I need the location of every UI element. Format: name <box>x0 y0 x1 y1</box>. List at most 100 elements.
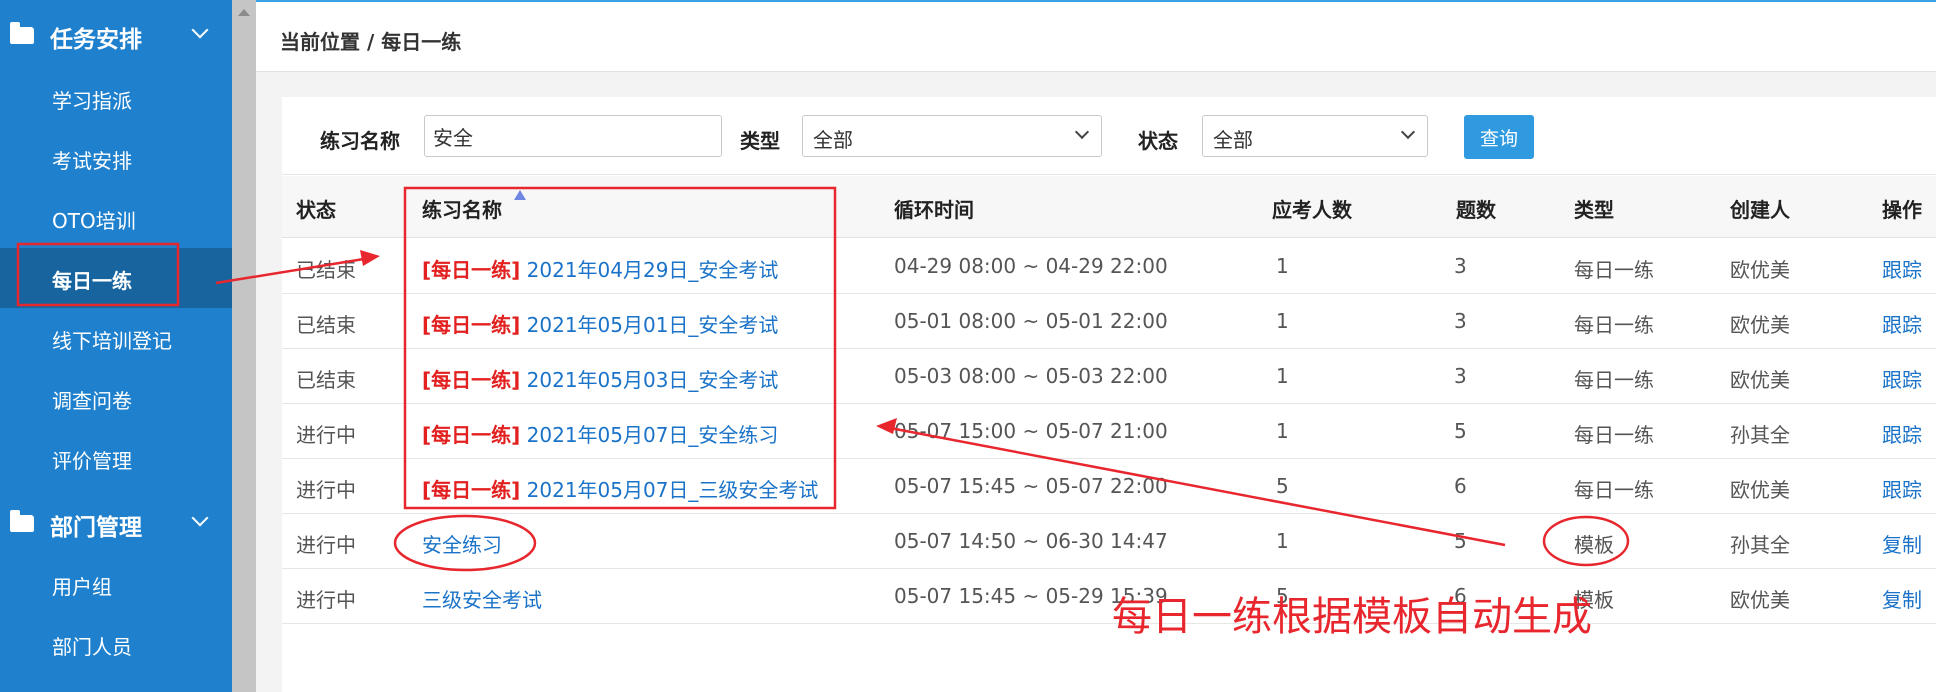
row-name-link[interactable]: [每日一练] 2021年05月07日_安全练习 <box>422 419 778 448</box>
col-name[interactable]: 练习名称 <box>422 194 502 223</box>
row-status: 已结束 <box>296 313 356 337</box>
type-filter-select[interactable]: 全部 <box>802 115 1102 157</box>
row-creator: 欧优美 <box>1730 368 1790 392</box>
sort-up-icon[interactable] <box>514 190 526 200</box>
sidebar-item-user-group[interactable]: 用户组 <box>0 554 232 614</box>
row-creator: 欧优美 <box>1730 258 1790 282</box>
folder-icon <box>10 510 34 532</box>
sidebar-item-daily-practice[interactable]: 每日一练 <box>0 248 232 308</box>
status-filter-select[interactable]: 全部 <box>1202 115 1428 157</box>
row-examinees: 1 <box>1276 419 1289 443</box>
daily-practice-tag: [每日一练] <box>422 258 521 282</box>
daily-practice-tag: [每日一练] <box>422 423 521 447</box>
status-filter-value: 全部 <box>1213 128 1253 152</box>
row-creator: 欧优美 <box>1730 313 1790 337</box>
name-filter-input[interactable] <box>424 115 722 157</box>
sidebar-item-dept-members[interactable]: 部门人员 <box>0 614 232 674</box>
row-examinees: 5 <box>1276 474 1289 498</box>
row-name-text[interactable]: 安全练习 <box>422 533 502 557</box>
row-questions: 3 <box>1454 364 1467 388</box>
row-name-text[interactable]: 2021年05月07日_安全练习 <box>527 423 779 447</box>
daily-practice-tag: [每日一练] <box>422 313 521 337</box>
col-examinees[interactable]: 应考人数 <box>1272 194 1352 223</box>
row-status: 进行中 <box>296 423 356 447</box>
col-type[interactable]: 类型 <box>1574 194 1614 223</box>
sidebar-group-dept[interactable]: 部门管理 <box>0 488 232 560</box>
select-arrow-icon <box>1400 124 1416 140</box>
row-action-link[interactable]: 跟踪 <box>1882 364 1922 393</box>
table-row: 进行中 [每日一练] 2021年05月07日_安全练习 05-07 15:00 ~ … <box>282 404 1936 459</box>
col-questions[interactable]: 题数 <box>1456 194 1496 223</box>
col-creator[interactable]: 创建人 <box>1730 194 1790 223</box>
table-row: 进行中 三级安全考试 05-07 15:45 ~ 05-29 15:39 5 6 模板 欧优… <box>282 569 1936 624</box>
row-type: 每日一练 <box>1574 478 1654 502</box>
row-name-text[interactable]: 2021年05月01日_安全考试 <box>527 313 779 337</box>
row-cycle-time: 05-07 15:00 ~ 05-07 21:00 <box>894 419 1168 443</box>
main-panel: 练习名称 类型 全部 状态 全部 查询 状态 练习名称 循环时间 应考人数 题数… <box>282 97 1936 692</box>
sidebar-item-offline-training[interactable]: 线下培训登记 <box>0 308 232 368</box>
sidebar-item-label: 每日一练 <box>52 269 132 293</box>
row-questions: 3 <box>1454 254 1467 278</box>
row-examinees: 1 <box>1276 364 1289 388</box>
daily-practice-tag: [每日一练] <box>422 478 521 502</box>
select-arrow-icon <box>1074 124 1090 140</box>
sidebar-scrollbar[interactable] <box>232 0 256 692</box>
chevron-down-icon <box>191 509 209 527</box>
col-actions: 操作 <box>1882 198 1922 222</box>
row-name-text[interactable]: 2021年04月29日_安全考试 <box>527 258 779 282</box>
sidebar-group-label: 部门管理 <box>50 515 142 541</box>
row-type: 每日一练 <box>1574 313 1654 337</box>
sidebar: 任务安排 学习指派 考试安排 OTO培训 每日一练 线下培训登记 调查问卷 评价… <box>0 0 232 692</box>
row-action-link[interactable]: 跟踪 <box>1882 474 1922 503</box>
sidebar-item-evaluation[interactable]: 评价管理 <box>0 428 232 488</box>
row-examinees: 1 <box>1276 254 1289 278</box>
row-name-link[interactable]: 安全练习 <box>422 529 502 558</box>
row-action-link[interactable]: 跟踪 <box>1882 309 1922 338</box>
search-button[interactable]: 查询 <box>1464 115 1534 159</box>
daily-practice-tag: [每日一练] <box>422 368 521 392</box>
row-cycle-time: 04-29 08:00 ~ 04-29 22:00 <box>894 254 1168 278</box>
row-status: 进行中 <box>296 478 356 502</box>
row-name-link[interactable]: [每日一练] 2021年04月29日_安全考试 <box>422 254 778 283</box>
row-name-text[interactable]: 三级安全考试 <box>422 588 542 612</box>
row-name-text[interactable]: 2021年05月07日_三级安全考试 <box>527 478 819 502</box>
annotation-text: 每日一练根据模板自动生成 <box>1112 594 1592 640</box>
row-action-link[interactable]: 跟踪 <box>1882 254 1922 283</box>
scroll-up-icon[interactable] <box>238 9 250 16</box>
col-status[interactable]: 状态 <box>296 194 336 223</box>
table-row: 进行中 安全练习 05-07 14:50 ~ 06-30 14:47 1 5 模板 孙其全 复… <box>282 514 1936 569</box>
row-action-link[interactable]: 复制 <box>1882 584 1922 613</box>
row-questions: 5 <box>1454 529 1467 553</box>
col-cycle-time[interactable]: 循环时间 <box>894 194 974 223</box>
table-row: 已结束 [每日一练] 2021年04月29日_安全考试 04-29 08:00 ~ … <box>282 239 1936 294</box>
sidebar-item-label: 学习指派 <box>52 89 132 113</box>
row-questions: 5 <box>1454 419 1467 443</box>
row-name-link[interactable]: [每日一练] 2021年05月03日_安全考试 <box>422 364 778 393</box>
row-creator: 欧优美 <box>1730 588 1790 612</box>
row-name-link[interactable]: [每日一练] 2021年05月07日_三级安全考试 <box>422 474 818 503</box>
row-action-link[interactable]: 复制 <box>1882 529 1922 558</box>
header: 当前位置 / 每日一练 <box>256 2 1936 72</box>
row-status: 已结束 <box>296 368 356 392</box>
row-name-link[interactable]: 三级安全考试 <box>422 584 542 613</box>
sidebar-group-label: 任务安排 <box>50 27 142 53</box>
sidebar-item-label: 用户组 <box>52 575 112 599</box>
sidebar-item-study-assign[interactable]: 学习指派 <box>0 68 232 128</box>
sidebar-item-label: OTO培训 <box>52 209 136 233</box>
type-filter-label: 类型 <box>740 129 780 153</box>
sidebar-item-label: 考试安排 <box>52 149 132 173</box>
row-action-link[interactable]: 跟踪 <box>1882 419 1922 448</box>
row-questions: 6 <box>1454 474 1467 498</box>
row-status: 进行中 <box>296 533 356 557</box>
sidebar-group-task[interactable]: 任务安排 <box>0 0 232 72</box>
sidebar-item-survey[interactable]: 调查问卷 <box>0 368 232 428</box>
row-name-text[interactable]: 2021年05月03日_安全考试 <box>527 368 779 392</box>
filter-bar: 练习名称 类型 全部 状态 全部 查询 <box>282 97 1936 175</box>
row-examinees: 1 <box>1276 309 1289 333</box>
row-questions: 3 <box>1454 309 1467 333</box>
sidebar-item-exam-arrange[interactable]: 考试安排 <box>0 128 232 188</box>
table-row: 进行中 [每日一练] 2021年05月07日_三级安全考试 05-07 15:45 … <box>282 459 1936 514</box>
breadcrumb: 当前位置 / 每日一练 <box>280 30 462 54</box>
row-name-link[interactable]: [每日一练] 2021年05月01日_安全考试 <box>422 309 778 338</box>
sidebar-item-oto[interactable]: OTO培训 <box>0 188 232 248</box>
